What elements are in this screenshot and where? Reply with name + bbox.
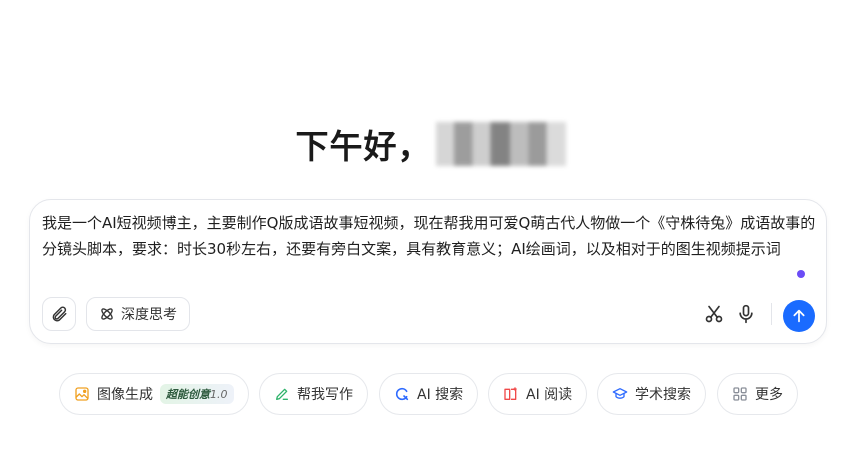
graduation-cap-icon bbox=[612, 388, 628, 399]
scissors-icon bbox=[705, 305, 723, 323]
prompt-input[interactable]: 我是一个AI短视频博主，主要制作Q版成语故事短视频，现在帮我用可爱Q萌古代人物做… bbox=[42, 210, 817, 262]
attach-button[interactable] bbox=[42, 297, 76, 331]
chip-label: 图像生成 bbox=[97, 387, 153, 403]
atom-icon bbox=[101, 308, 113, 320]
chip-label: 更多 bbox=[755, 387, 783, 403]
blurred-username bbox=[435, 122, 566, 166]
search-icon bbox=[395, 387, 409, 401]
chip-label: 学术搜索 bbox=[635, 387, 691, 403]
arrow-up-icon bbox=[793, 309, 805, 323]
status-dot bbox=[797, 270, 805, 278]
send-button[interactable] bbox=[783, 300, 815, 332]
book-icon bbox=[504, 387, 517, 400]
paperclip-icon bbox=[52, 306, 67, 322]
chat-composer: 我是一个AI短视频博主，主要制作Q版成语故事短视频，现在帮我用可爱Q萌古代人物做… bbox=[29, 199, 827, 344]
chip-ai-reading[interactable]: AI 阅读 bbox=[488, 373, 588, 415]
grid-icon bbox=[733, 387, 747, 401]
pen-icon bbox=[276, 388, 288, 400]
cut-button[interactable] bbox=[704, 304, 724, 324]
feature-badge: 超能创意1.0 bbox=[160, 384, 234, 404]
chip-academic-search[interactable]: 学术搜索 bbox=[597, 373, 706, 415]
deep-think-label: 深度思考 bbox=[121, 307, 177, 323]
microphone-icon bbox=[739, 304, 753, 324]
chip-label: AI 搜索 bbox=[417, 387, 464, 403]
greeting-text: 下午好， bbox=[295, 127, 432, 166]
voice-button[interactable] bbox=[736, 304, 756, 324]
image-icon bbox=[75, 387, 89, 401]
chip-writing[interactable]: 帮我写作 bbox=[259, 373, 368, 415]
chip-label: 帮我写作 bbox=[297, 387, 353, 403]
toolbar-divider bbox=[771, 303, 772, 325]
deep-think-button[interactable]: 深度思考 bbox=[86, 297, 190, 331]
greeting: 下午好， bbox=[0, 120, 861, 168]
chip-more[interactable]: 更多 bbox=[717, 373, 798, 415]
chip-ai-search[interactable]: AI 搜索 bbox=[379, 373, 479, 415]
chip-label: AI 阅读 bbox=[526, 387, 573, 403]
chip-image-generation[interactable]: 图像生成 超能创意1.0 bbox=[59, 373, 249, 415]
